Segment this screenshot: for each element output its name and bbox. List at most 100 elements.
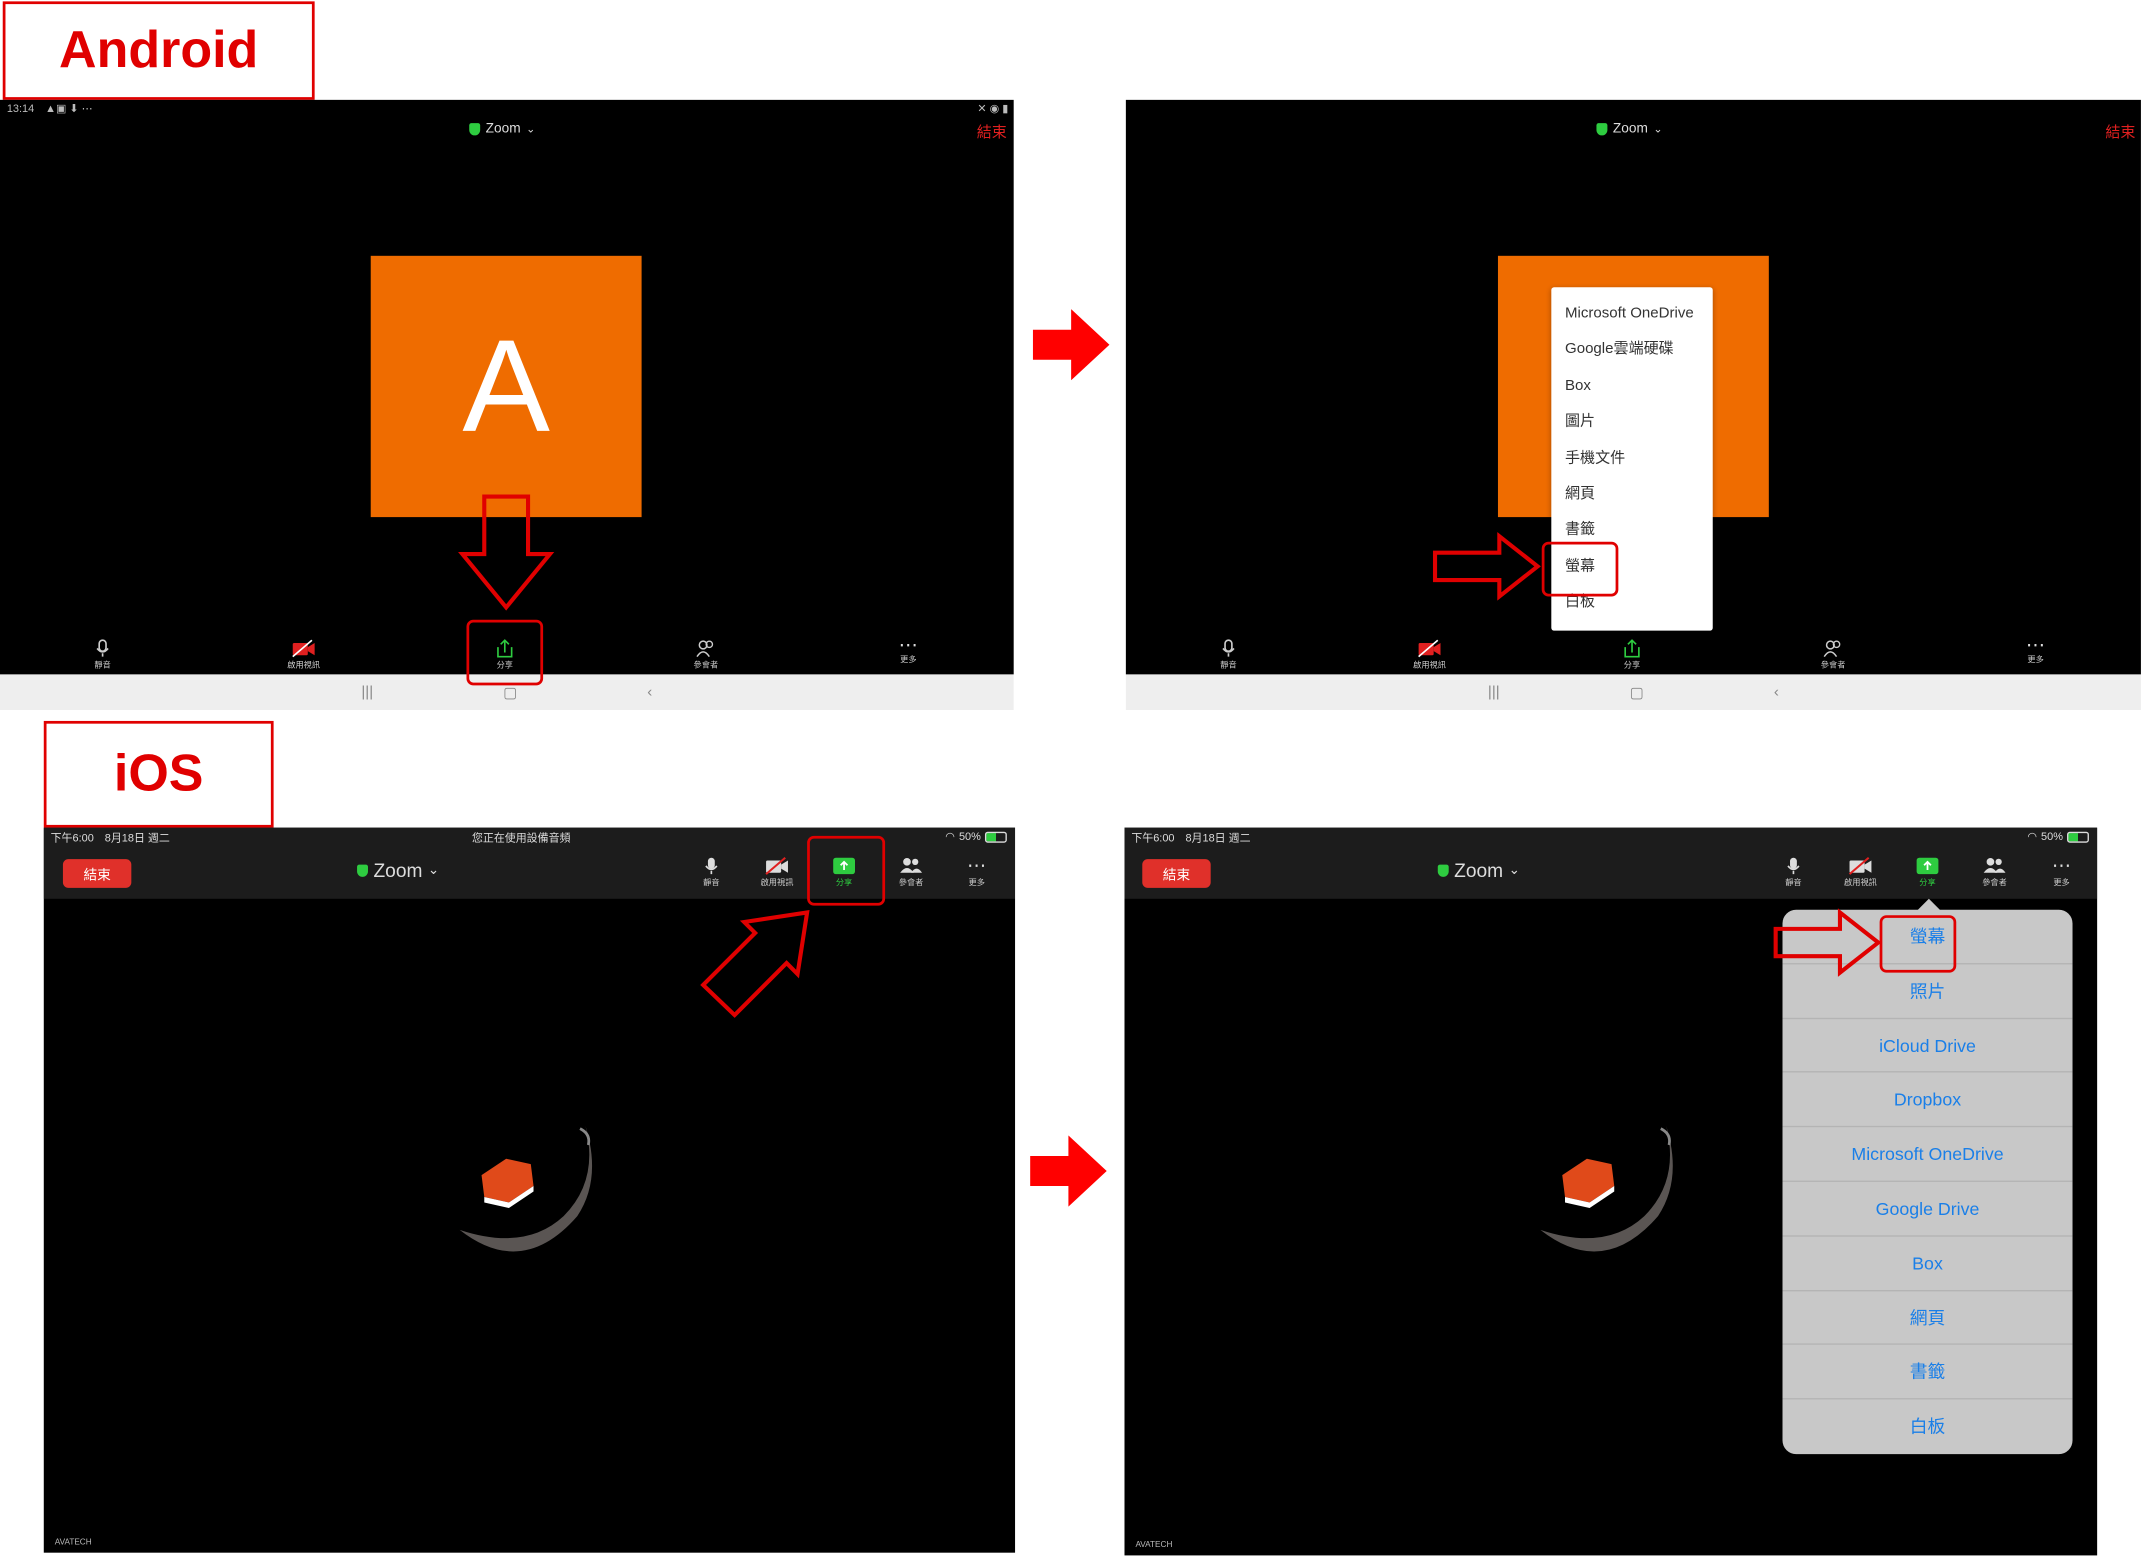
meeting-title[interactable]: Zoom ⌄ (357, 859, 439, 881)
mute-button[interactable]: 靜音 (82, 639, 123, 670)
shield-icon (1596, 123, 1608, 136)
avatech-logo-icon (459, 1125, 593, 1252)
recent-apps-icon[interactable]: ||| (361, 684, 373, 700)
participants-icon (696, 640, 714, 658)
menu-item-dropbox[interactable]: Dropbox (1782, 1073, 2073, 1128)
android-status-time: 13:14 (6, 102, 35, 115)
battery-level: 50% (958, 830, 981, 843)
menu-item-box[interactable]: Box (1551, 368, 1712, 404)
ios-status-center: 您正在使用設備音頻 (471, 831, 571, 845)
menu-item-documents[interactable]: 手機文件 (1551, 440, 1712, 476)
start-video-button[interactable]: 啟用視訊 (280, 639, 327, 670)
share-button[interactable]: 分享 (1907, 856, 1948, 888)
participants-label: 參會者 (898, 878, 924, 888)
start-video-button[interactable]: 啟用視訊 (1406, 639, 1453, 670)
menu-item-google-drive[interactable]: Google Drive (1782, 1182, 2073, 1237)
annotation-share-highlight (466, 619, 544, 686)
participants-icon (1823, 640, 1841, 658)
start-video-button[interactable]: 啟用視訊 (1840, 856, 1881, 888)
share-icon (1916, 857, 1939, 875)
more-button[interactable]: ⋯ 更多 (2041, 856, 2082, 887)
meeting-title-text: Zoom (1612, 121, 1648, 137)
participants-label: 參會者 (1982, 878, 2007, 888)
menu-item-whiteboard[interactable]: 白板 (1783, 1400, 2073, 1454)
participants-button[interactable]: 參會者 (1813, 639, 1854, 670)
mute-button[interactable]: 靜音 (691, 856, 732, 888)
battery-level: 50% (2041, 830, 2063, 843)
share-button[interactable]: 分享 (1612, 639, 1653, 670)
start-video-label: 啟用視訊 (1413, 660, 1446, 671)
back-icon[interactable]: ‹ (1774, 684, 1779, 700)
annotation-down-arrow (458, 494, 555, 611)
video-off-icon (1418, 639, 1441, 658)
recent-apps-icon[interactable]: ||| (1488, 684, 1500, 700)
home-icon[interactable]: ▢ (503, 683, 517, 701)
battery-icon (984, 831, 1007, 843)
meeting-title-text: Zoom (1454, 859, 1504, 881)
more-icon: ⋯ (2026, 634, 2046, 657)
meeting-title[interactable]: Zoom ⌄ (469, 122, 535, 137)
menu-item-box[interactable]: Box (1782, 1236, 2073, 1291)
more-icon: ⋯ (2052, 855, 2072, 877)
annotation-screen-highlight (1541, 541, 1619, 597)
mute-label: 靜音 (703, 878, 720, 888)
participants-button[interactable]: 參會者 (1974, 856, 2015, 888)
more-button[interactable]: ⋯ 更多 (956, 856, 997, 887)
android-nav-bar: ||| ▢ ‹ (1125, 674, 2141, 710)
annotation-right-arrow (1773, 908, 1882, 977)
participants-icon (1983, 858, 2006, 873)
home-icon[interactable]: ▢ (1630, 683, 1644, 701)
next-step-arrow-icon (1030, 1135, 1107, 1207)
menu-item-onedrive[interactable]: Microsoft OneDrive (1782, 1127, 2073, 1182)
more-label: 更多 (2027, 655, 2044, 665)
share-menu: 螢幕 照片 iCloud Drive Dropbox Microsoft One… (1782, 909, 2073, 1455)
video-off-icon (292, 639, 315, 658)
menu-item-icloud-drive[interactable]: iCloud Drive (1782, 1019, 2073, 1074)
menu-item-webpage[interactable]: 網頁 (1782, 1291, 2073, 1346)
end-button[interactable]: 結束 (62, 859, 132, 888)
android-status-icons: ▲▣ ⬇ ⋯ (45, 102, 93, 115)
start-video-label: 啟用視訊 (760, 878, 794, 888)
microphone-icon (96, 639, 109, 657)
ios-screen-before: 下午6:00 8月18日 週二 您正在使用設備音頻 ◠ 50% 結束 Zoom … (43, 827, 1016, 1553)
start-video-label: 啟用視訊 (1844, 878, 1877, 888)
more-label: 更多 (2053, 878, 2070, 888)
mute-label: 靜音 (1785, 878, 1802, 888)
participants-label: 參會者 (1820, 660, 1846, 671)
battery-icon (2067, 831, 2089, 843)
ios-status-left: 下午6:00 8月18日 週二 (1131, 831, 1251, 845)
ios-label: iOS (43, 720, 274, 828)
wifi-icon: ◠ (2027, 830, 2037, 843)
more-icon: ⋯ (898, 634, 918, 657)
participants-label: 參會者 (693, 660, 719, 671)
menu-item-photos[interactable]: 圖片 (1551, 404, 1712, 440)
end-button[interactable]: 結束 (1142, 859, 1211, 888)
meeting-title-text: Zoom (373, 859, 423, 881)
annotation-screen-highlight (1879, 915, 1957, 973)
avatar-letter: A (462, 312, 550, 459)
participants-button[interactable]: 參會者 (685, 639, 726, 670)
meeting-title[interactable]: Zoom ⌄ (1596, 122, 1662, 137)
android-screen-after: Zoom ⌄ 結束 Microsoft OneDrive Google雲端硬碟 … (1125, 99, 2141, 675)
menu-item-onedrive[interactable]: Microsoft OneDrive (1551, 295, 1712, 331)
more-button[interactable]: ⋯ 更多 (888, 634, 929, 665)
end-button[interactable]: 結束 (2105, 120, 2135, 142)
more-button[interactable]: ⋯ 更多 (2015, 634, 2056, 665)
mute-button[interactable]: 靜音 (1773, 856, 1814, 888)
menu-item-google-drive[interactable]: Google雲端硬碟 (1551, 332, 1712, 368)
chevron-down-icon: ⌄ (1508, 862, 1521, 878)
next-step-arrow-icon (1032, 309, 1110, 381)
participants-button[interactable]: 參會者 (891, 856, 932, 888)
meeting-title[interactable]: Zoom ⌄ (1437, 859, 1521, 881)
share-label: 分享 (1623, 660, 1641, 671)
end-button[interactable]: 結束 (977, 120, 1007, 142)
mute-button[interactable]: 靜音 (1208, 639, 1249, 670)
wifi-icon: ◠ (945, 830, 955, 843)
more-label: 更多 (900, 655, 917, 665)
menu-item-bookmark[interactable]: 書籤 (1782, 1345, 2073, 1400)
back-icon[interactable]: ‹ (647, 684, 652, 700)
shield-icon (357, 863, 368, 877)
menu-item-webpage[interactable]: 網頁 (1551, 476, 1712, 512)
chevron-down-icon: ⌄ (1653, 123, 1663, 136)
start-video-button[interactable]: 啟用視訊 (757, 856, 798, 888)
